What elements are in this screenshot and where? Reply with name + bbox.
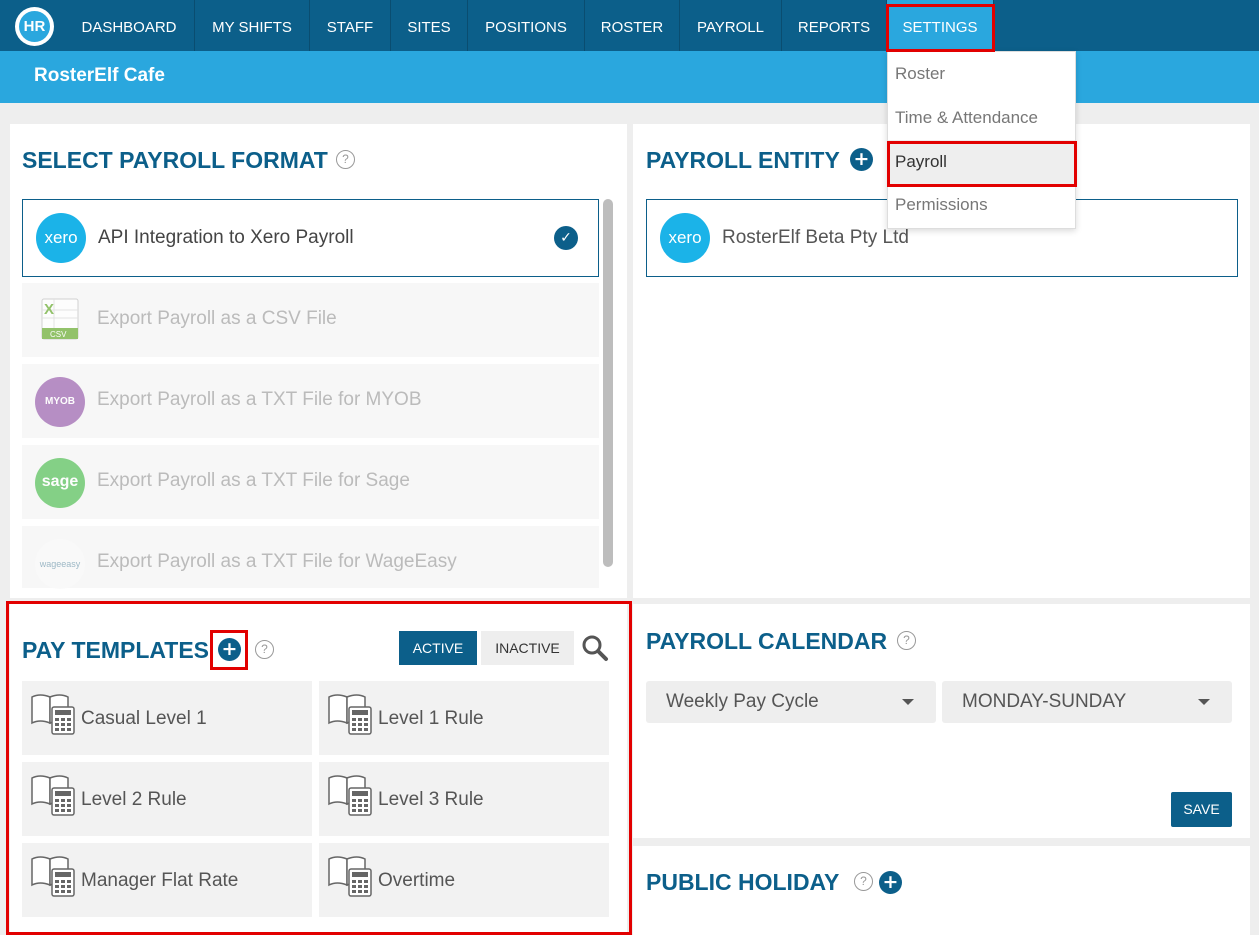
pay-template-label: Casual Level 1 xyxy=(81,708,207,729)
xero-logo-icon: xero xyxy=(660,213,710,263)
pay-template-card[interactable]: Level 1 Rule xyxy=(319,681,609,755)
pay-template-card[interactable]: Level 2 Rule xyxy=(22,762,312,836)
nav-positions[interactable]: POSITIONS xyxy=(468,0,585,51)
pay-template-label: Level 3 Rule xyxy=(378,789,484,810)
pay-template-card[interactable]: Manager Flat Rate xyxy=(22,843,312,917)
pay-template-label: Overtime xyxy=(378,870,456,891)
nav-dashboard[interactable]: DASHBOARD xyxy=(64,0,195,51)
pay-template-label: Manager Flat Rate xyxy=(81,870,239,891)
logo-text: HR xyxy=(19,11,50,42)
settings-dropdown-menu: Roster Time & Attendance Payroll Permiss… xyxy=(887,51,1076,229)
format-option-csv[interactable]: X CSV Export Payroll as a CSV File xyxy=(22,283,599,357)
payroll-format-help-icon[interactable]: ? xyxy=(336,150,355,169)
csv-icon-text: CSV xyxy=(50,330,67,339)
chevron-down-icon xyxy=(1198,699,1210,705)
template-book-calculator-icon xyxy=(31,694,75,735)
hr-logo[interactable]: HR xyxy=(15,7,54,46)
nav-sites[interactable]: SITES xyxy=(391,0,468,51)
nav-my-shifts[interactable]: MY SHIFTS xyxy=(195,0,310,51)
pay-templates-title: PAY TEMPLATES xyxy=(22,637,210,663)
add-entity-icon[interactable]: + xyxy=(850,148,873,171)
template-book-calculator-icon xyxy=(31,775,75,816)
settings-menu-payroll[interactable]: Payroll xyxy=(888,140,1075,184)
settings-menu-roster[interactable]: Roster xyxy=(888,52,1075,96)
entity-name: RosterElf Beta Pty Ltd xyxy=(722,227,909,248)
format-option-wageeasy[interactable]: wageeasy Export Payroll as a TXT File fo… xyxy=(22,526,599,589)
pay-template-label: Level 2 Rule xyxy=(81,789,187,810)
settings-menu-permissions[interactable]: Permissions xyxy=(888,183,1075,227)
pay-cycle-select[interactable]: Weekly Pay Cycle xyxy=(646,681,936,723)
csv-file-icon: X CSV xyxy=(41,298,79,340)
pay-template-card[interactable]: Overtime xyxy=(319,843,609,917)
pay-template-card[interactable]: Level 3 Rule xyxy=(319,762,609,836)
format-option-label: API Integration to Xero Payroll xyxy=(98,227,354,248)
payroll-calendar-help-icon[interactable]: ? xyxy=(897,631,916,650)
selected-check-icon: ✓ xyxy=(554,226,578,250)
pay-template-card[interactable]: Casual Level 1 xyxy=(22,681,312,755)
svg-text:X: X xyxy=(44,301,54,318)
filter-active-button[interactable]: ACTIVE xyxy=(399,631,477,665)
week-range-select[interactable]: MONDAY-SUNDAY xyxy=(942,681,1232,723)
nav-payroll[interactable]: PAYROLL xyxy=(680,0,782,51)
pay-cycle-value: Weekly Pay Cycle xyxy=(666,691,819,712)
format-option-label: Export Payroll as a TXT File for MYOB xyxy=(97,389,422,410)
public-holiday-help-icon[interactable]: ? xyxy=(854,872,873,891)
sage-logo-icon: sage xyxy=(35,458,85,508)
filter-inactive-button[interactable]: INACTIVE xyxy=(481,631,574,665)
template-book-calculator-icon xyxy=(328,856,372,897)
nav-settings[interactable]: SETTINGS xyxy=(887,0,994,51)
template-book-calculator-icon xyxy=(328,775,372,816)
myob-logo-icon: MYOB xyxy=(35,377,85,427)
template-book-calculator-icon xyxy=(31,856,75,897)
business-name: RosterElf Cafe xyxy=(34,65,165,86)
format-list-scrollbar[interactable] xyxy=(603,199,613,567)
format-option-xero[interactable]: xero API Integration to Xero Payroll ✓ xyxy=(22,199,599,277)
nav-staff[interactable]: STAFF xyxy=(310,0,391,51)
payroll-format-title: SELECT PAYROLL FORMAT xyxy=(22,147,328,173)
add-pay-template-icon[interactable]: + xyxy=(218,638,241,661)
format-option-sage[interactable]: sage Export Payroll as a TXT File for Sa… xyxy=(22,445,599,519)
nav-roster[interactable]: ROSTER xyxy=(585,0,680,51)
payroll-entity-title: PAYROLL ENTITY xyxy=(646,147,840,173)
top-nav: HR DASHBOARD MY SHIFTS STAFF SITES POSIT… xyxy=(0,0,1259,51)
payroll-calendar-title: PAYROLL CALENDAR xyxy=(646,628,888,654)
search-icon[interactable] xyxy=(581,634,609,662)
format-option-myob[interactable]: MYOB Export Payroll as a TXT File for MY… xyxy=(22,364,599,438)
pay-templates-help-icon[interactable]: ? xyxy=(255,640,274,659)
wageeasy-logo-icon: wageeasy xyxy=(35,539,85,589)
format-option-label: Export Payroll as a TXT File for WageEas… xyxy=(97,551,457,572)
format-option-label: Export Payroll as a TXT File for Sage xyxy=(97,470,410,491)
settings-menu-time-attendance[interactable]: Time & Attendance xyxy=(888,96,1075,140)
pay-template-label: Level 1 Rule xyxy=(378,708,484,729)
format-option-label: Export Payroll as a CSV File xyxy=(97,308,337,329)
nav-reports[interactable]: REPORTS xyxy=(782,0,887,51)
week-range-value: MONDAY-SUNDAY xyxy=(962,691,1127,712)
public-holiday-title: PUBLIC HOLIDAY xyxy=(646,869,840,895)
xero-logo-icon: xero xyxy=(36,213,86,263)
add-public-holiday-icon[interactable]: + xyxy=(879,871,902,894)
template-book-calculator-icon xyxy=(328,694,372,735)
save-button[interactable]: SAVE xyxy=(1171,792,1232,827)
chevron-down-icon xyxy=(902,699,914,705)
